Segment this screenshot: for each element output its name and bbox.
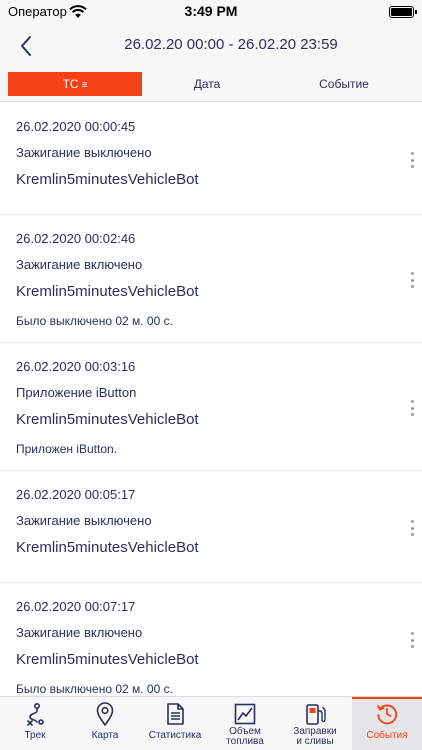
nav-bar: 26.02.20 00:00 - 26.02.20 23:59 bbox=[0, 26, 422, 66]
map-pin-icon bbox=[96, 702, 114, 726]
more-options-icon[interactable] bbox=[408, 152, 416, 168]
date-range-title: 26.02.20 00:00 - 26.02.20 23:59 bbox=[124, 36, 338, 53]
clock: 3:49 PM bbox=[184, 3, 238, 19]
sort-by-event-tab[interactable]: Событие bbox=[274, 72, 414, 96]
tab-refuels-drains-text: Заправки и сливы bbox=[293, 726, 337, 747]
sort-by-date-tab[interactable]: Дата bbox=[140, 72, 274, 96]
vehicle-name: Kremlin5minutesVehicleBot bbox=[16, 651, 199, 668]
fuel-chart-icon bbox=[234, 703, 256, 725]
event-card[interactable]: 26.02.2020 00:07:17 Зажигание включено K… bbox=[0, 583, 422, 696]
tab-fuel-volume-label: Объем топлива bbox=[210, 727, 280, 747]
clock-history-icon bbox=[377, 704, 398, 725]
event-timestamp: 26.02.2020 00:03:16 bbox=[16, 359, 136, 374]
event-timestamp: 26.02.2020 00:02:46 bbox=[16, 231, 136, 246]
sort-icon: ≡ bbox=[81, 80, 88, 91]
event-type: Зажигание выключено bbox=[16, 513, 152, 528]
event-list: 26.02.2020 00:00:45 Зажигание выключено … bbox=[0, 103, 422, 696]
event-type: Зажигание включено bbox=[16, 625, 143, 640]
tab-statistics-label: Статистика bbox=[148, 730, 202, 741]
event-detail: Было выключено 02 м. 00 с. bbox=[16, 314, 173, 328]
vehicle-name: Kremlin5minutesVehicleBot bbox=[16, 283, 199, 300]
battery-icon bbox=[389, 6, 417, 18]
event-detail: Было выключено 02 м. 00 с. bbox=[16, 682, 173, 696]
event-detail: Приложен iButton. bbox=[16, 442, 118, 456]
tab-track-label: Трек bbox=[24, 730, 46, 741]
event-type: Приложение iButton bbox=[16, 385, 137, 400]
tab-refuels-drains-label: Заправки и сливы bbox=[280, 727, 350, 747]
event-timestamp: 26.02.2020 00:07:17 bbox=[16, 599, 136, 614]
vehicle-name: Kremlin5minutesVehicleBot bbox=[16, 539, 199, 556]
vehicle-name: Kremlin5minutesVehicleBot bbox=[16, 171, 199, 188]
tab-fuel-volume-text: Объем топлива bbox=[226, 726, 264, 747]
tab-statistics[interactable]: Статистика bbox=[140, 697, 210, 750]
tab-track[interactable]: Трек bbox=[0, 697, 70, 750]
event-card[interactable]: 26.02.2020 00:02:46 Зажигание включено K… bbox=[0, 215, 422, 343]
tab-fuel-volume[interactable]: Объем топлива bbox=[210, 697, 280, 750]
tab-bar: Трек Карта Статистика Объем топлива Запр… bbox=[0, 696, 422, 750]
document-icon bbox=[167, 703, 184, 725]
tab-map[interactable]: Карта bbox=[70, 697, 140, 750]
more-options-icon[interactable] bbox=[408, 400, 416, 416]
tab-events-label: События bbox=[366, 730, 408, 741]
event-timestamp: 26.02.2020 00:00:45 bbox=[16, 119, 136, 134]
sort-by-vehicle-tab[interactable]: ТС ≡ bbox=[8, 72, 142, 96]
event-type: Зажигание включено bbox=[16, 257, 143, 272]
sort-segmented-control: ТС ≡ Дата Событие bbox=[0, 66, 422, 102]
back-button[interactable] bbox=[12, 31, 42, 61]
event-timestamp: 26.02.2020 00:05:17 bbox=[16, 487, 136, 502]
tab-map-label: Карта bbox=[91, 730, 119, 741]
event-card[interactable]: 26.02.2020 00:00:45 Зажигание выключено … bbox=[0, 103, 422, 215]
fuel-pump-icon bbox=[306, 704, 326, 725]
status-bar: Оператор 3:49 PM bbox=[0, 0, 422, 26]
track-icon bbox=[27, 702, 44, 726]
tab-events[interactable]: События bbox=[352, 697, 422, 750]
event-type: Зажигание выключено bbox=[16, 145, 152, 160]
tab-refuels-drains[interactable]: Заправки и сливы bbox=[280, 697, 350, 750]
vehicle-name: Kremlin5minutesVehicleBot bbox=[16, 411, 199, 428]
more-options-icon[interactable] bbox=[408, 632, 416, 648]
event-card[interactable]: 26.02.2020 00:03:16 Приложение iButton K… bbox=[0, 343, 422, 471]
sort-by-vehicle-label: ТС bbox=[62, 77, 79, 91]
event-card[interactable]: 26.02.2020 00:05:17 Зажигание выключено … bbox=[0, 471, 422, 583]
more-options-icon[interactable] bbox=[408, 272, 416, 288]
more-options-icon[interactable] bbox=[408, 520, 416, 536]
